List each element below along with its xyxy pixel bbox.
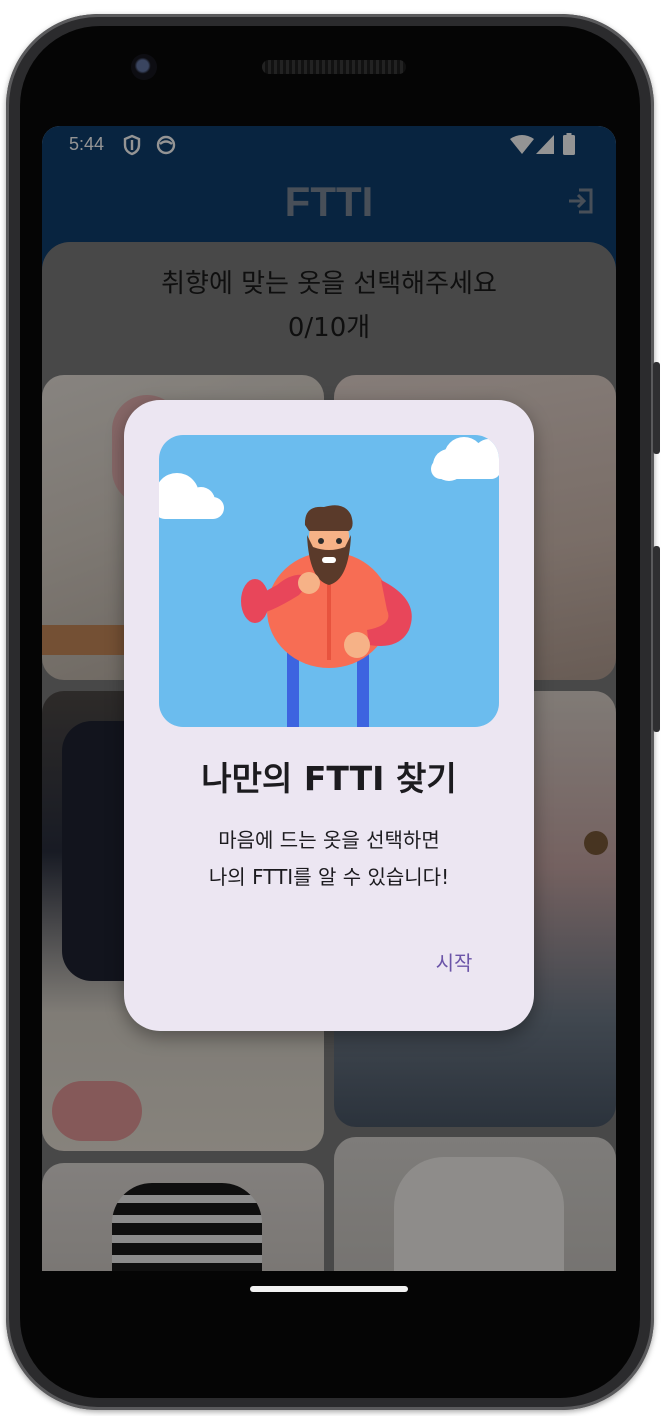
dialog-title: 나만의 FTTI 찾기 bbox=[201, 759, 457, 798]
dialog-illustration bbox=[159, 435, 499, 727]
power-button bbox=[653, 362, 660, 454]
dialog-message: 마음에 드는 옷을 선택하면 나의 FTTI를 알 수 있습니다! bbox=[124, 822, 534, 896]
front-camera bbox=[131, 54, 157, 80]
dialog-message-line2: 나의 FTTI를 알 수 있습니다! bbox=[208, 865, 450, 889]
bearded-man-illustration bbox=[159, 435, 499, 727]
earpiece-speaker bbox=[262, 60, 406, 74]
intro-dialog: 나만의 FTTI 찾기 마음에 드는 옷을 선택하면 나의 FTTI를 알 수 … bbox=[124, 400, 534, 1031]
dialog-message-line1: 마음에 드는 옷을 선택하면 bbox=[218, 828, 440, 852]
volume-button bbox=[653, 546, 660, 732]
start-button[interactable]: 시작 bbox=[416, 946, 492, 980]
home-gesture-bar[interactable] bbox=[250, 1286, 408, 1292]
